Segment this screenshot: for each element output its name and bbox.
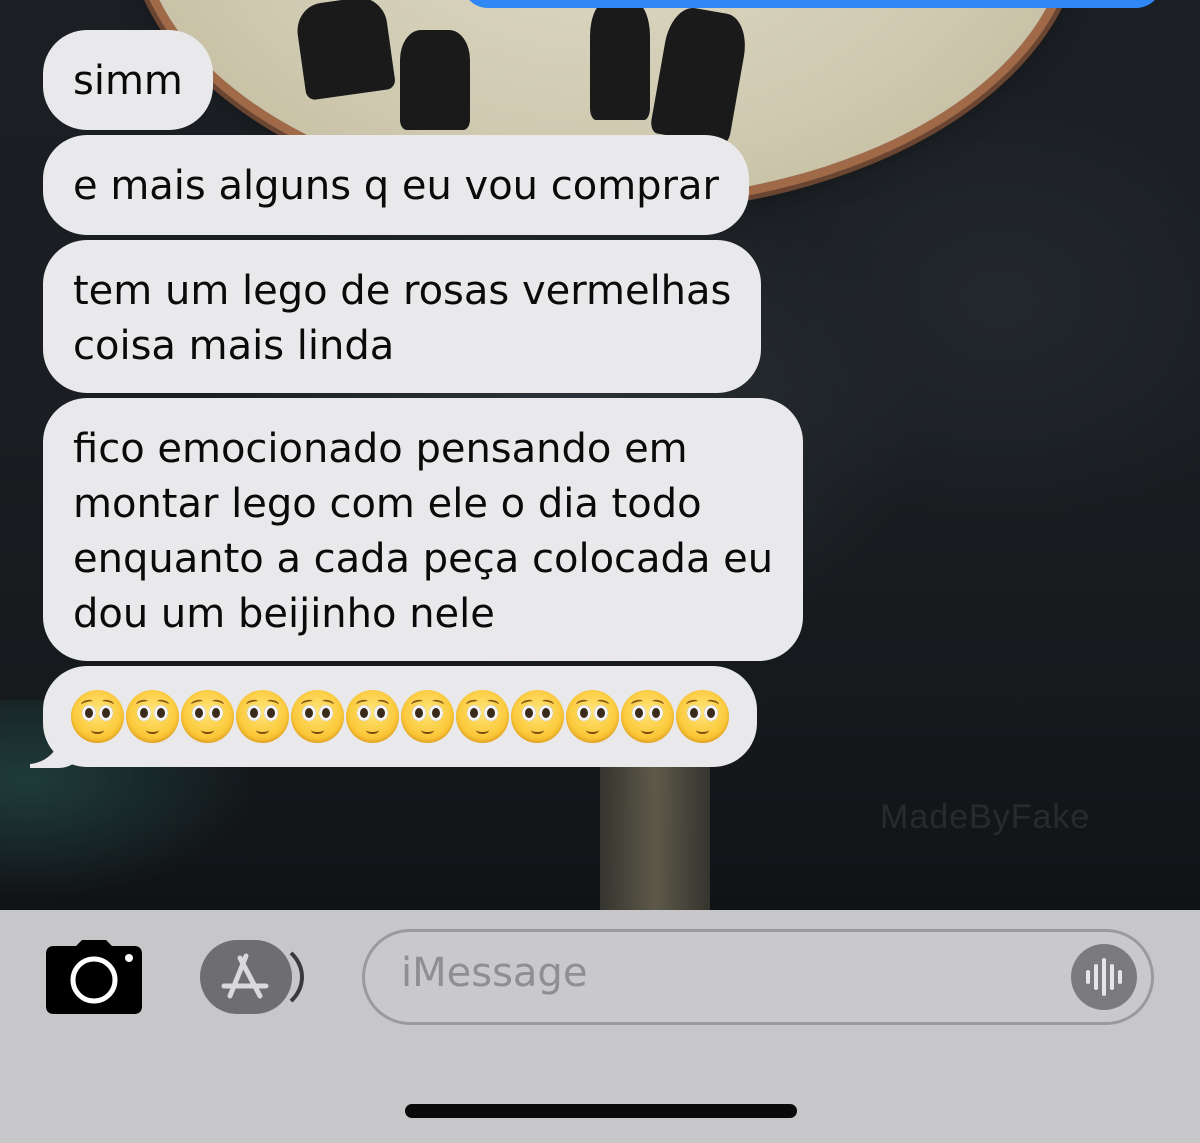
pleading-face-emoji-icon	[346, 689, 399, 743]
received-message-bubble[interactable]: simm	[43, 30, 213, 130]
pleading-face-emoji-icon	[566, 689, 619, 743]
pleading-face-emoji-icon	[676, 689, 729, 743]
pleading-face-emoji-icon	[456, 689, 509, 743]
wallpaper-figure	[400, 30, 470, 130]
received-emoji-message-bubble[interactable]	[43, 666, 757, 767]
imessage-input[interactable]: iMessage	[362, 929, 1154, 1025]
home-indicator[interactable]	[405, 1104, 797, 1118]
message-text-line: dou um beijinho nele	[73, 591, 495, 637]
pleading-face-emoji-icon	[236, 689, 289, 743]
pleading-face-emoji-icon	[181, 689, 234, 743]
app-store-icon-bg	[200, 940, 292, 1014]
pleading-face-emoji-icon	[291, 689, 344, 743]
received-message-bubble[interactable]: fico emocionado pensando em montar lego …	[43, 398, 804, 661]
message-text: simm	[73, 58, 183, 104]
message-text-line: montar lego com ele o dia todo	[73, 481, 702, 527]
message-text: e mais alguns q eu vou comprar	[73, 163, 719, 209]
audio-message-button[interactable]	[1071, 944, 1137, 1010]
message-text-line: coisa mais linda	[73, 323, 395, 369]
wallpaper-figure	[293, 0, 397, 101]
app-store-icon	[221, 953, 269, 999]
imessage-placeholder: iMessage	[401, 950, 588, 996]
received-message-bubble[interactable]: e mais alguns q eu vou comprar	[43, 135, 749, 235]
app-store-button[interactable]	[200, 940, 305, 1014]
pleading-face-emoji-icon	[401, 689, 454, 743]
message-text-line: fico emocionado pensando em	[73, 426, 688, 472]
wallpaper-figure	[590, 0, 650, 120]
watermark: MadeByFake	[880, 798, 1091, 836]
pleading-face-emoji-icon	[71, 689, 124, 743]
pleading-face-emoji-icon	[126, 689, 179, 743]
audio-waveform-icon	[1086, 958, 1122, 996]
pleading-face-emoji-icon	[621, 689, 674, 743]
emoji-row	[71, 686, 729, 746]
received-message-bubble[interactable]: tem um lego de rosas vermelhas coisa mai…	[43, 240, 762, 393]
pleading-face-emoji-icon	[511, 689, 564, 743]
camera-icon	[46, 940, 142, 1014]
message-text-line: enquanto a cada peça colocada eu	[73, 536, 774, 582]
camera-button[interactable]	[46, 940, 142, 1014]
sent-message-bubble-edge	[462, 0, 1162, 8]
message-text-line: tem um lego de rosas vermelhas	[73, 268, 732, 314]
